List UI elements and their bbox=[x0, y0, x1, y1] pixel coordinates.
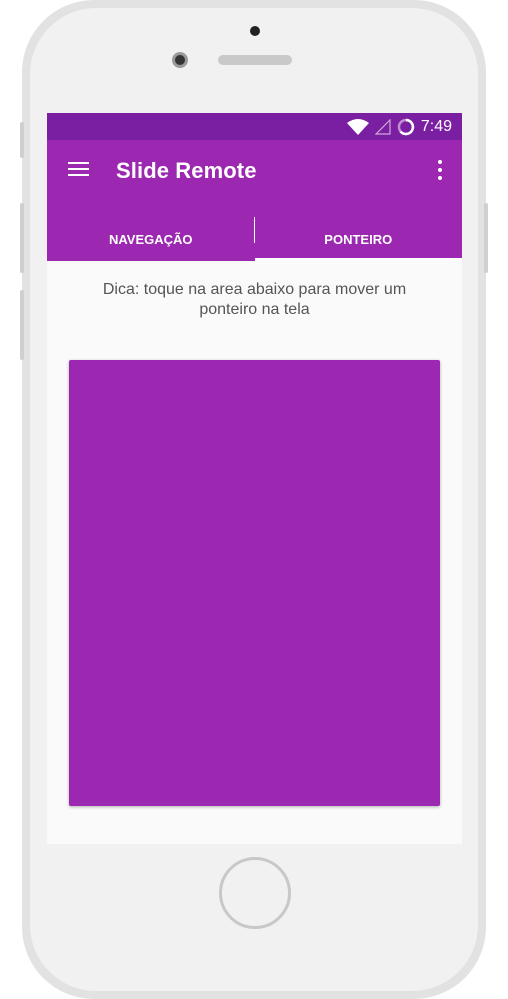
mute-switch bbox=[20, 122, 24, 158]
front-camera bbox=[172, 52, 188, 68]
app-bar: Slide Remote NAVEGAÇÃO PONTEIRO bbox=[47, 140, 462, 261]
tab-navegacao[interactable]: NAVEGAÇÃO bbox=[47, 217, 255, 261]
proximity-sensor bbox=[250, 26, 260, 36]
tab-divider bbox=[254, 217, 255, 243]
volume-up-button bbox=[20, 203, 24, 273]
home-button[interactable] bbox=[219, 857, 291, 929]
tab-indicator bbox=[255, 258, 462, 261]
overflow-icon[interactable] bbox=[434, 158, 446, 182]
hint-text: Dica: toque na area abaixo para mover um… bbox=[102, 281, 407, 318]
tab-ponteiro[interactable]: PONTEIRO bbox=[255, 217, 463, 261]
power-button bbox=[484, 203, 488, 273]
pointer-touch-area[interactable] bbox=[69, 360, 440, 806]
status-bar: 7:49 bbox=[47, 113, 462, 140]
volume-down-button bbox=[20, 290, 24, 360]
app-title: Slide Remote bbox=[116, 158, 257, 183]
signal-icon bbox=[374, 118, 391, 135]
app-screen: 7:49 Slide Remote NAVEGAÇÃO PONTEIRO Dic… bbox=[47, 113, 462, 844]
battery-icon bbox=[397, 118, 415, 135]
menu-icon[interactable] bbox=[65, 156, 91, 182]
wifi-icon bbox=[346, 118, 369, 135]
earpiece-speaker bbox=[218, 55, 292, 65]
status-time: 7:49 bbox=[420, 117, 452, 135]
